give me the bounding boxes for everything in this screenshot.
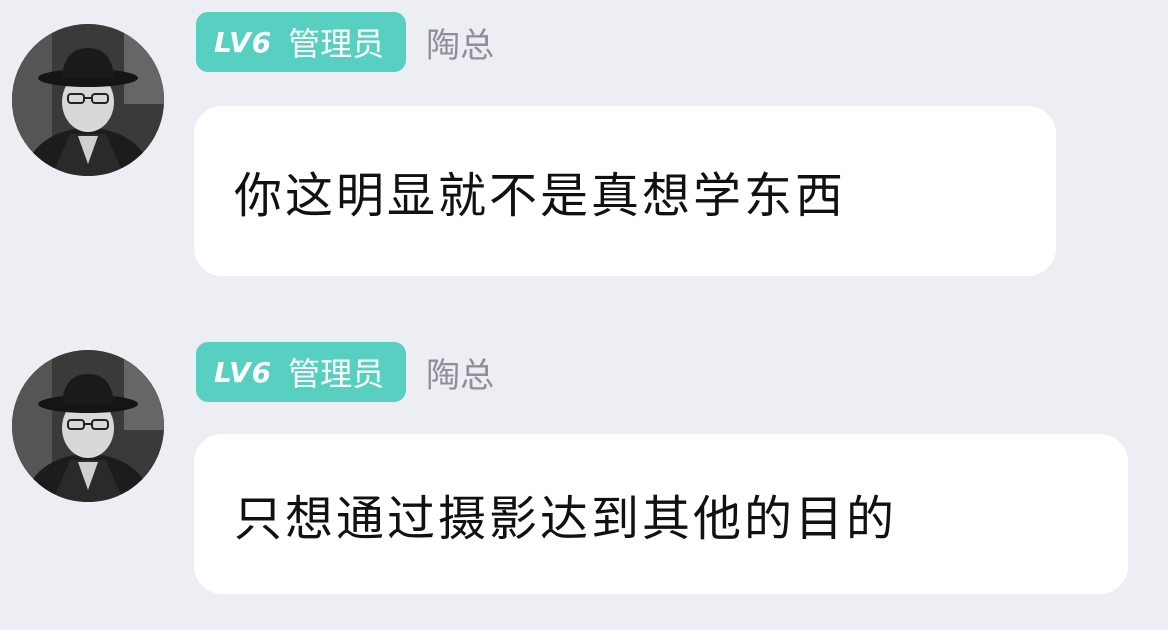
badge-level: LV6 — [214, 355, 273, 389]
member-level-badge: LV6 管理员 — [196, 342, 407, 402]
message-text: 你这明显就不是真想学东西 — [234, 168, 847, 224]
badge-role: 管理员 — [288, 25, 385, 63]
avatar[interactable] — [12, 350, 164, 502]
badge-role: 管理员 — [288, 355, 385, 393]
member-level-badge: LV6 管理员 — [196, 12, 407, 72]
person-with-cowboy-hat-photo-icon — [12, 350, 164, 502]
message-header: LV6 管理员 陶总 — [196, 12, 494, 72]
avatar[interactable] — [12, 24, 164, 176]
message-header: LV6 管理员 陶总 — [196, 342, 494, 402]
chat-message: LV6 管理员 陶总 只想通过摄影达到其他的目的 — [0, 342, 1168, 594]
message-bubble[interactable]: 只想通过摄影达到其他的目的 — [194, 434, 1128, 594]
person-with-cowboy-hat-photo-icon — [12, 24, 164, 176]
message-bubble[interactable]: 你这明显就不是真想学东西 — [194, 106, 1056, 276]
sender-name[interactable]: 陶总 — [426, 348, 494, 397]
message-text: 只想通过摄影达到其他的目的 — [234, 491, 898, 547]
chat-message: LV6 管理员 陶总 你这明显就不是真想学东西 — [0, 12, 1168, 276]
badge-level: LV6 — [214, 25, 273, 59]
sender-name[interactable]: 陶总 — [426, 18, 494, 67]
